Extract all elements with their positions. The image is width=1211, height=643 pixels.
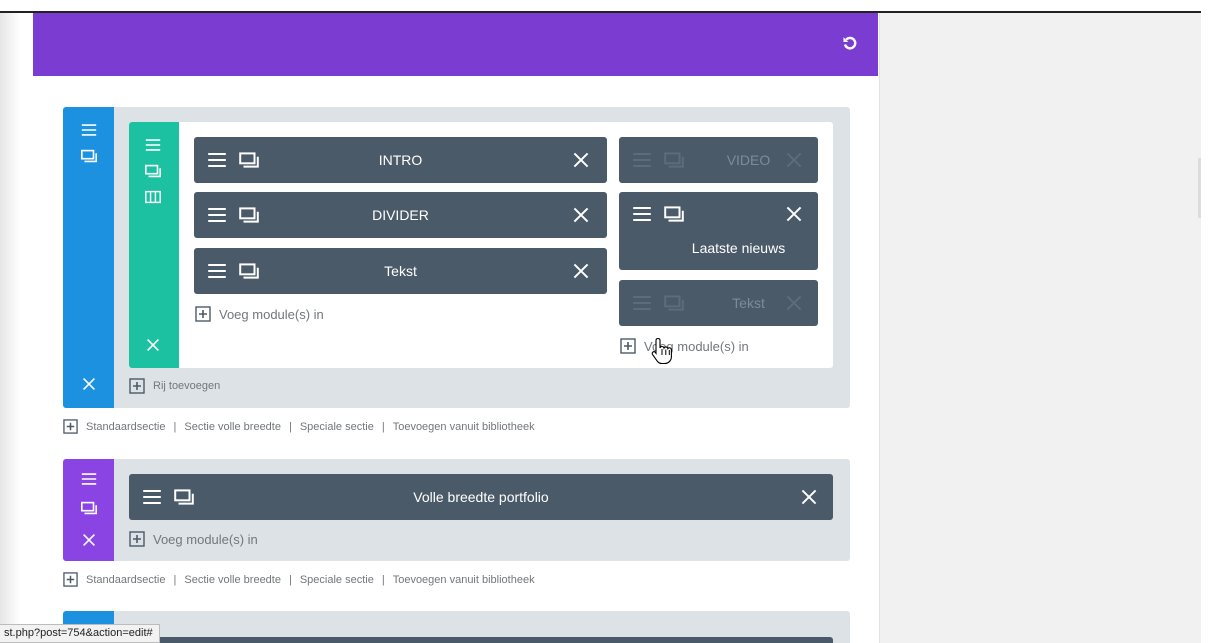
- link-toevoegen-bibliotheek[interactable]: Toevoegen vanuit bibliotheek: [393, 421, 535, 433]
- module-label: DIVIDER: [372, 207, 429, 223]
- move-icon[interactable]: [80, 121, 98, 139]
- plus-icon: [620, 338, 636, 354]
- add-row-button[interactable]: Rij toevoegen: [129, 378, 220, 394]
- duplicate-icon[interactable]: [80, 147, 98, 165]
- section-2: Volle breedte portfolio Voeg module(s) i…: [63, 459, 850, 561]
- add-module-button[interactable]: Voeg module(s) in: [620, 338, 749, 354]
- module-label: Tekst: [384, 263, 417, 279]
- delete-icon[interactable]: [80, 375, 98, 393]
- link-separator: |: [173, 573, 177, 586]
- module-intro[interactable]: INTRO: [194, 137, 607, 183]
- link-speciale-sectie[interactable]: Speciale sectie: [300, 574, 374, 586]
- module-label: Laatste nieuws: [691, 240, 786, 256]
- move-icon[interactable]: [80, 470, 98, 488]
- link-separator: |: [288, 573, 292, 586]
- section-1-handle[interactable]: [63, 107, 114, 408]
- row-1: INTRO DIVIDER Tekst Voeg module(s) in VI…: [129, 122, 833, 368]
- add-module-button[interactable]: Voeg module(s) in: [195, 306, 324, 322]
- section-2-handle[interactable]: [63, 459, 114, 561]
- delete-icon[interactable]: [144, 336, 162, 354]
- undo-icon[interactable]: [842, 35, 858, 51]
- link-separator: |: [381, 573, 385, 586]
- link-standaardsectie[interactable]: Standaardsectie: [86, 574, 166, 586]
- delete-icon[interactable]: [570, 260, 592, 282]
- section-add-links: Standaardsectie | Sectie volle breedte |…: [63, 419, 535, 434]
- add-module-label: Voeg module(s) in: [153, 531, 258, 547]
- move-icon[interactable]: [144, 136, 162, 154]
- duplicate-icon[interactable]: [144, 162, 162, 180]
- delete-icon[interactable]: [783, 292, 805, 314]
- duplicate-icon[interactable]: [80, 499, 98, 517]
- module-partial[interactable]: [129, 637, 833, 643]
- left-shadow: [0, 13, 20, 643]
- delete-icon[interactable]: [570, 204, 592, 226]
- plus-icon: [195, 306, 211, 322]
- module-tekst[interactable]: Tekst: [194, 248, 607, 294]
- delete-icon[interactable]: [570, 149, 592, 171]
- link-speciale-sectie[interactable]: Speciale sectie: [300, 421, 374, 433]
- module-label: INTRO: [378, 152, 423, 168]
- move-icon[interactable]: [631, 203, 653, 225]
- link-standaardsectie[interactable]: Standaardsectie: [86, 421, 166, 433]
- add-module-button[interactable]: Voeg module(s) in: [129, 531, 258, 547]
- section-3: [63, 611, 850, 643]
- right-gutter: [1201, 0, 1211, 643]
- hand-cursor-icon: [651, 336, 673, 366]
- module-video[interactable]: VIDEO: [619, 137, 818, 183]
- columns-icon[interactable]: [144, 188, 162, 206]
- link-separator: |: [173, 420, 177, 433]
- module-divider[interactable]: DIVIDER: [194, 192, 607, 238]
- module-tekst-2[interactable]: Tekst: [619, 280, 818, 326]
- duplicate-icon[interactable]: [663, 203, 685, 225]
- delete-icon[interactable]: [80, 531, 98, 549]
- delete-icon[interactable]: [783, 149, 805, 171]
- module-volle-breedte-portfolio[interactable]: Volle breedte portfolio: [129, 474, 833, 520]
- move-icon[interactable]: [631, 149, 653, 171]
- status-bar-url: st.php?post=754&action=edit#: [0, 624, 160, 643]
- link-separator: |: [288, 420, 292, 433]
- link-sectie-volle-breedte[interactable]: Sectie volle breedte: [184, 421, 281, 433]
- link-separator: |: [381, 420, 385, 433]
- plus-icon: [63, 572, 78, 587]
- add-row-label: Rij toevoegen: [153, 380, 221, 392]
- module-label: Volle breedte portfolio: [413, 489, 549, 505]
- plus-icon: [129, 531, 145, 547]
- module-laatste-nieuws[interactable]: Laatste nieuws: [619, 192, 818, 270]
- right-panel: [879, 13, 1201, 643]
- builder-header: [33, 13, 878, 76]
- section-1: INTRO DIVIDER Tekst Voeg module(s) in VI…: [63, 107, 850, 408]
- delete-icon[interactable]: [798, 486, 820, 508]
- link-sectie-volle-breedte[interactable]: Sectie volle breedte: [184, 574, 281, 586]
- add-module-label: Voeg module(s) in: [219, 306, 324, 322]
- plus-icon: [129, 378, 145, 394]
- delete-icon[interactable]: [783, 203, 805, 225]
- plus-icon: [63, 419, 78, 434]
- link-toevoegen-bibliotheek[interactable]: Toevoegen vanuit bibliotheek: [393, 574, 535, 586]
- page-builder: INTRO DIVIDER Tekst Voeg module(s) in VI…: [33, 13, 878, 643]
- section-add-links: Standaardsectie | Sectie volle breedte |…: [63, 572, 535, 587]
- move-icon[interactable]: [631, 292, 653, 314]
- row-1-handle[interactable]: [129, 122, 179, 368]
